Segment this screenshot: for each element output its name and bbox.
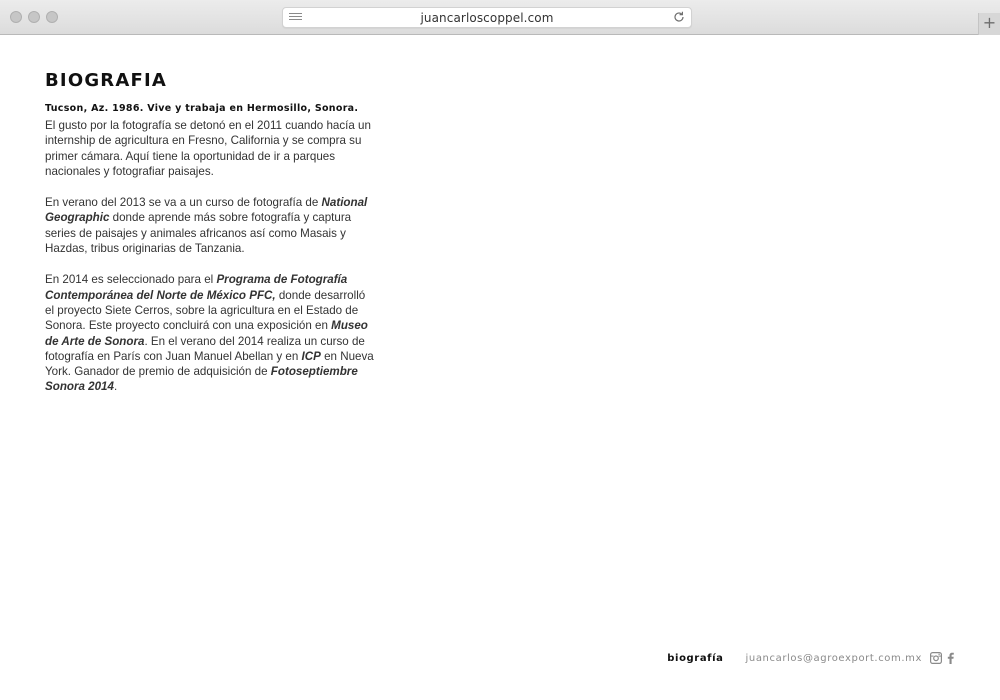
page-title: BIOGRAFIA <box>45 70 168 91</box>
p3-text-a: En 2014 es seleccionado para el <box>45 273 217 287</box>
footer-email-link[interactable]: juancarlos@agroexport.com.mx <box>746 653 922 664</box>
new-tab-button[interactable]: + <box>978 13 1000 35</box>
icp-emphasis: ICP <box>301 349 321 363</box>
reload-icon[interactable] <box>672 10 686 24</box>
p2-text-a: En verano del 2013 se va a un curso de f… <box>45 196 322 210</box>
browser-toolbar: juancarloscoppel.com + <box>0 0 1000 35</box>
footer-nav-biografia[interactable]: biografía <box>667 653 723 664</box>
biography-section: BIOGRAFIA Tucson, Az. 1986. Vive y traba… <box>45 70 375 411</box>
facebook-icon[interactable] <box>945 652 957 664</box>
bio-paragraph-2: En verano del 2013 se va a un curso de f… <box>45 195 375 256</box>
browser-window: juancarloscoppel.com + BIOGRAFIA Tucson,… <box>0 0 1000 700</box>
close-window-button[interactable] <box>10 11 22 23</box>
minimize-window-button[interactable] <box>28 11 40 23</box>
instagram-icon[interactable] <box>930 652 942 664</box>
bio-paragraph-3: En 2014 es seleccionado para el Programa… <box>45 272 375 394</box>
p3-text-i: . <box>113 380 118 394</box>
zoom-window-button[interactable] <box>46 11 58 23</box>
footer: biografía juancarlos@agroexport.com.mx <box>667 650 957 666</box>
bio-paragraph-1: El gusto por la fotografía se detonó en … <box>45 119 371 178</box>
bio-subtitle: Tucson, Az. 1986. Vive y trabaja en Herm… <box>45 103 359 114</box>
url-text: juancarloscoppel.com <box>420 11 554 25</box>
address-bar[interactable]: juancarloscoppel.com <box>282 7 692 28</box>
